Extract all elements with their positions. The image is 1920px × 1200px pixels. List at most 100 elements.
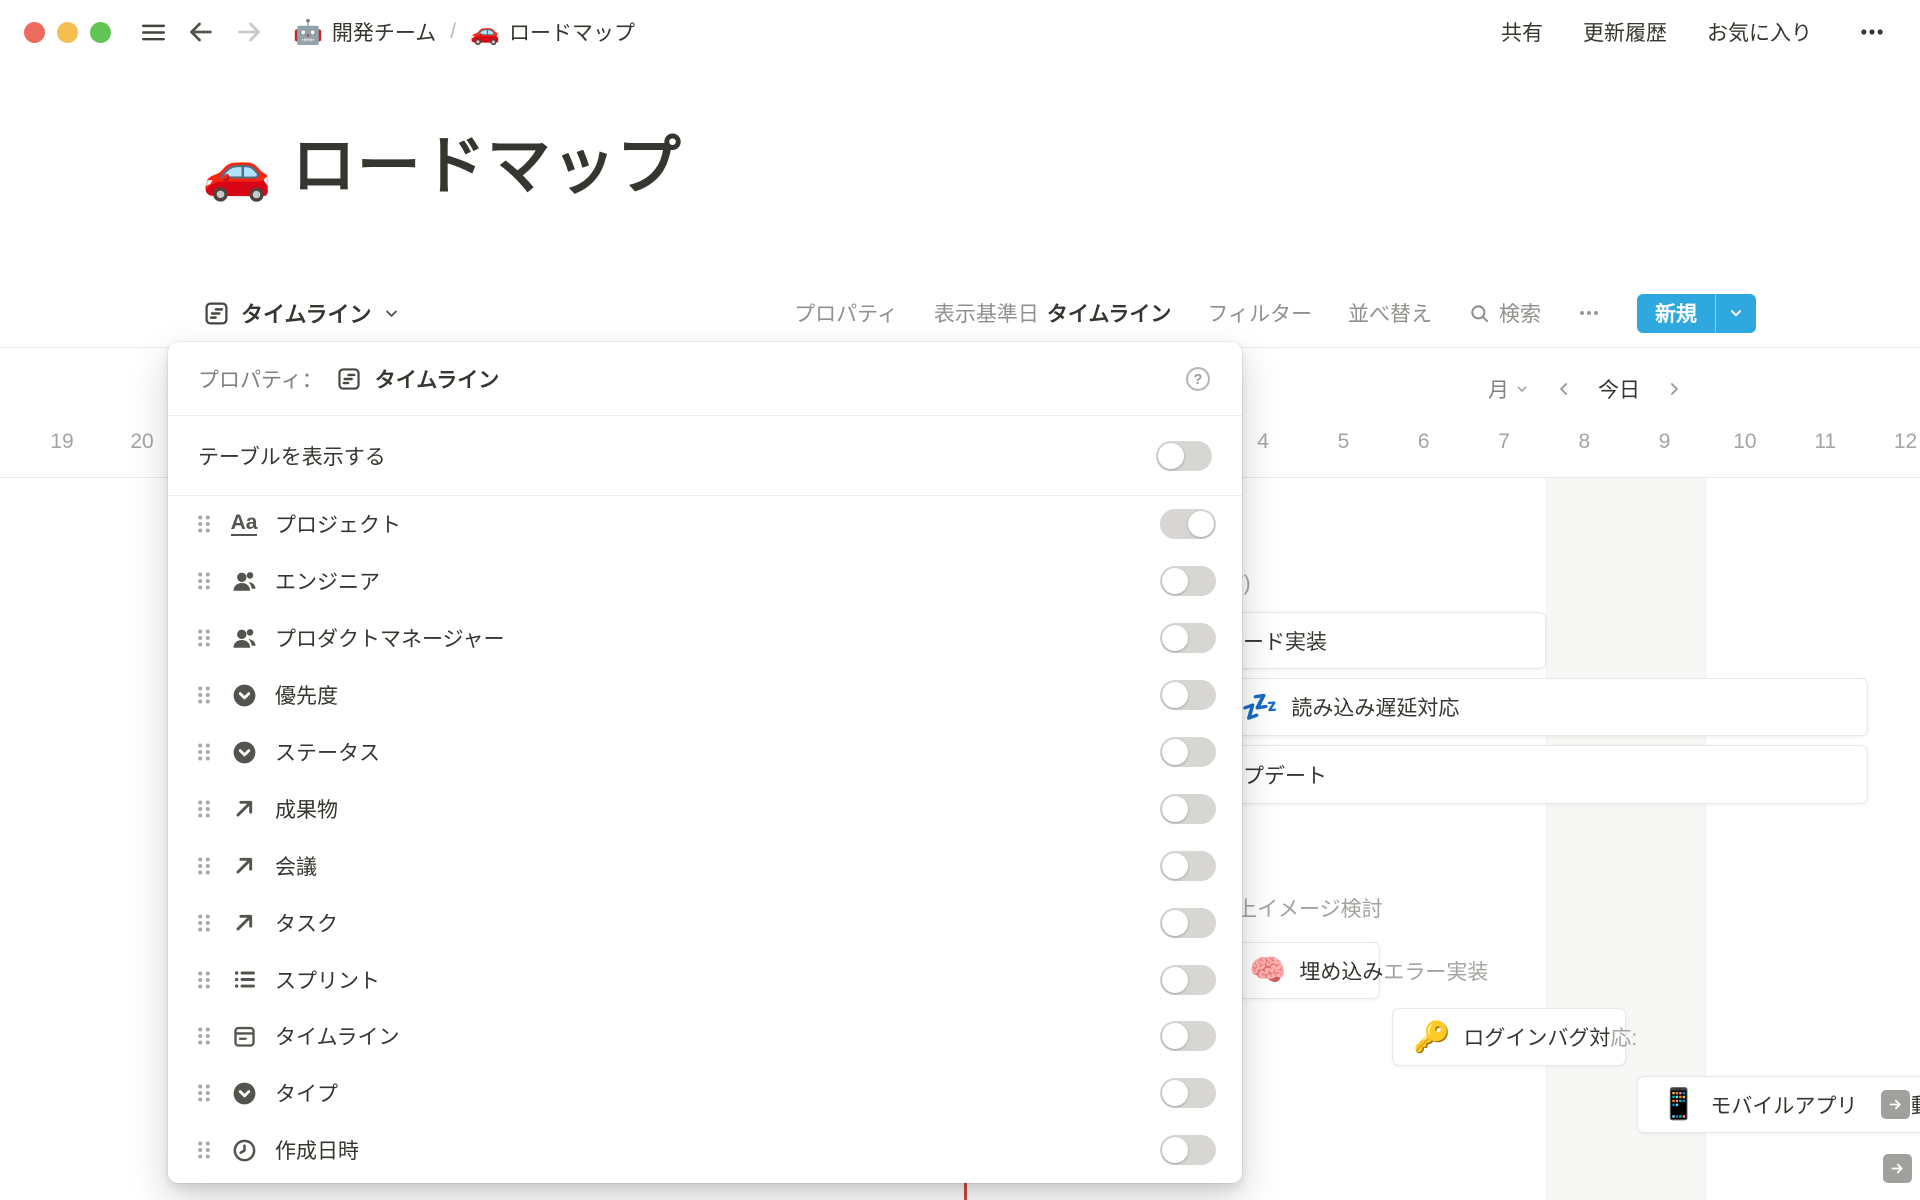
property-row: プロダクトマネージャー [168, 610, 1242, 667]
property-row: 会議 [168, 837, 1242, 894]
drag-handle-icon[interactable] [194, 910, 214, 936]
toggle-knob [1158, 443, 1184, 469]
timeline-unit-select[interactable]: 月 [1488, 374, 1530, 404]
open-item-arrow-button[interactable] [1883, 1154, 1912, 1183]
close-window-button[interactable] [24, 22, 45, 43]
property-toggle[interactable] [1160, 908, 1216, 938]
minimize-window-button[interactable] [57, 22, 78, 43]
toolbar-more-icon[interactable] [1577, 301, 1601, 325]
property-label: 成果物 [275, 794, 338, 824]
chevron-down-icon [382, 304, 401, 323]
date-label: 5 [1303, 430, 1383, 454]
property-row: タイムライン [168, 1008, 1242, 1065]
timeline-card[interactable]: 💤 読み込み遅延対応 [1208, 678, 1868, 736]
property-row: 作成日時 [168, 1122, 1242, 1179]
svg-text:?: ? [1194, 372, 1203, 388]
toggle-knob [1162, 682, 1188, 708]
show-table-row: テーブルを表示する [168, 416, 1242, 495]
person-icon [229, 566, 259, 596]
drag-handle-icon[interactable] [194, 1137, 214, 1163]
property-toggle[interactable] [1160, 851, 1216, 881]
property-row: ステータス [168, 724, 1242, 781]
drag-handle-icon[interactable] [194, 1080, 214, 1106]
property-label: 会議 [275, 851, 317, 881]
prev-period-icon[interactable] [1554, 379, 1574, 399]
share-button[interactable]: 共有 [1501, 17, 1543, 47]
sidebar-menu-icon[interactable] [137, 16, 169, 48]
popup-view-name: タイムライン [375, 364, 500, 394]
favorite-button[interactable]: お気に入り [1707, 17, 1812, 47]
today-button[interactable]: 今日 [1598, 374, 1640, 404]
date-label: 10 [1705, 430, 1785, 454]
property-toggle[interactable] [1160, 680, 1216, 710]
date-label: 8 [1544, 430, 1624, 454]
property-toggle[interactable] [1160, 965, 1216, 995]
timeline-item-ghost-title: 上イメージ検討 [1236, 893, 1383, 923]
drag-handle-icon[interactable] [194, 682, 214, 708]
date-label: 6 [1384, 430, 1464, 454]
timeline-card[interactable]: プデート [1208, 745, 1868, 804]
property-toggle[interactable] [1160, 1135, 1216, 1165]
drag-handle-icon[interactable] [194, 739, 214, 765]
property-toggle[interactable] [1160, 1078, 1216, 1108]
toggle-knob [1162, 1023, 1188, 1049]
date-basis-button[interactable]: 表示基準日 タイムライン [934, 298, 1172, 328]
select-icon [229, 1078, 259, 1108]
new-button-chevron-down-icon[interactable] [1716, 294, 1756, 333]
drag-handle-icon[interactable] [194, 1023, 214, 1049]
drag-handle-icon[interactable] [194, 568, 214, 594]
breadcrumb-page[interactable]: 🚗 ロードマップ [470, 17, 635, 47]
timeline-card[interactable]: 📱 モバイルアプリ [1637, 1076, 1920, 1133]
property-label: プロダクトマネージャー [275, 623, 505, 653]
updates-button[interactable]: 更新履歴 [1583, 17, 1667, 47]
timeline-view-icon [203, 300, 230, 327]
filter-button[interactable]: フィルター [1207, 298, 1312, 328]
drag-handle-icon[interactable] [194, 796, 214, 822]
property-toggle[interactable] [1160, 737, 1216, 767]
more-options-icon[interactable] [1852, 17, 1892, 47]
drag-handle-icon[interactable] [194, 853, 214, 879]
property-label: タスク [275, 908, 338, 938]
phone-emoji-icon: 📱 [1660, 1087, 1697, 1122]
open-item-arrow-button[interactable] [1881, 1090, 1910, 1119]
breadcrumb-team[interactable]: 🤖 開発チーム [293, 17, 436, 47]
list-icon [229, 965, 259, 995]
help-icon[interactable]: ? [1184, 365, 1212, 393]
drag-handle-icon[interactable] [194, 625, 214, 651]
new-button[interactable]: 新規 [1637, 294, 1756, 333]
property-toggle[interactable] [1160, 509, 1216, 539]
property-label: 作成日時 [275, 1135, 359, 1165]
next-period-icon[interactable] [1664, 379, 1684, 399]
property-toggle[interactable] [1160, 794, 1216, 824]
page-icon-car-emoji[interactable]: 🚗 [202, 136, 272, 206]
back-arrow-icon[interactable] [185, 16, 217, 48]
timeline-icon [229, 1021, 259, 1051]
date-label: 9 [1624, 430, 1704, 454]
timeline-view-icon [336, 366, 362, 392]
property-label: 優先度 [275, 680, 338, 710]
property-toggle[interactable] [1160, 1021, 1216, 1051]
properties-button[interactable]: プロパティ [794, 298, 898, 328]
key-emoji-icon: 🔑 [1413, 1020, 1450, 1055]
timeline-card[interactable]: 🧠 埋め込みエラー実装 [1222, 942, 1380, 999]
show-table-toggle[interactable] [1156, 441, 1212, 471]
drag-handle-icon[interactable] [194, 967, 214, 993]
overflow-title: エラー実装 [1383, 956, 1488, 986]
page-header: 🚗 ロードマップ [202, 126, 682, 206]
tab-timeline-view[interactable]: タイムライン [203, 290, 401, 336]
zoom-window-button[interactable] [90, 22, 111, 43]
search-button[interactable]: 検索 [1468, 298, 1541, 328]
timeline-nav: 月 今日 [1488, 374, 1684, 404]
property-toggle[interactable] [1160, 623, 1216, 653]
chevron-down-icon [1514, 381, 1530, 397]
property-row: 成果物 [168, 780, 1242, 837]
timeline-card[interactable]: 🔑 ログインバグ対応: [1392, 1008, 1626, 1066]
forward-arrow-icon[interactable] [233, 16, 265, 48]
page-title[interactable]: ロードマップ [292, 126, 682, 206]
relation-icon [229, 908, 259, 938]
property-toggle[interactable] [1160, 566, 1216, 596]
drag-handle-icon[interactable] [194, 511, 214, 537]
clipped-card-text: 動 [1911, 1090, 1920, 1120]
sort-button[interactable]: 並べ替え [1348, 298, 1432, 328]
timeline-card[interactable]: ード実装 [1208, 612, 1546, 669]
